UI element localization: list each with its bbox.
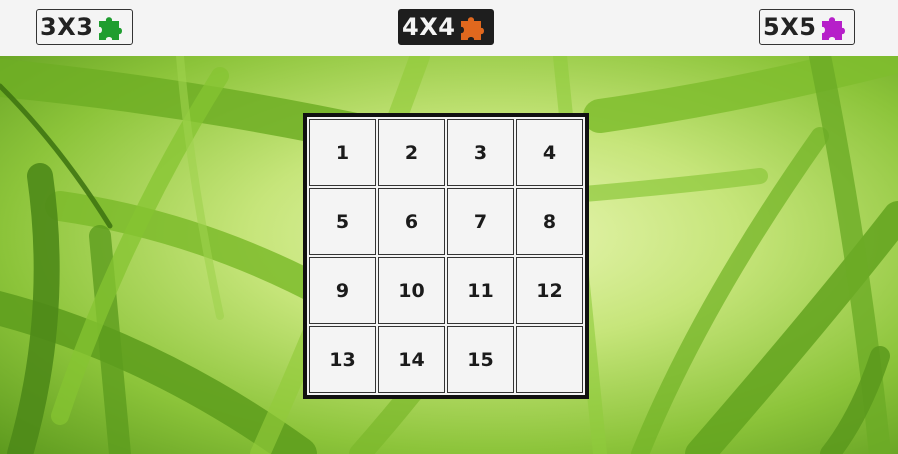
- puzzle-tile[interactable]: 12: [516, 257, 583, 324]
- puzzle-piece-icon: [95, 12, 125, 42]
- size-3x3-button[interactable]: 3X3: [36, 9, 133, 45]
- puzzle-tile[interactable]: 15: [447, 326, 514, 393]
- puzzle-tile[interactable]: 2: [378, 119, 445, 186]
- puzzle-tile[interactable]: 10: [378, 257, 445, 324]
- puzzle-tile[interactable]: 9: [309, 257, 376, 324]
- size-5x5-button[interactable]: 5X5: [759, 9, 855, 45]
- size-3x3-label: 3X3: [40, 13, 94, 41]
- puzzle-tile[interactable]: 11: [447, 257, 514, 324]
- puzzle-piece-icon: [818, 12, 848, 42]
- size-4x4-label: 4X4: [402, 13, 456, 41]
- puzzle-tile[interactable]: 14: [378, 326, 445, 393]
- puzzle-tile[interactable]: 4: [516, 119, 583, 186]
- size-5x5-label: 5X5: [763, 13, 817, 41]
- puzzle-tile[interactable]: 8: [516, 188, 583, 255]
- empty-tile[interactable]: [516, 326, 583, 393]
- puzzle-tile[interactable]: 1: [309, 119, 376, 186]
- puzzle-tile[interactable]: 6: [378, 188, 445, 255]
- puzzle-piece-icon: [457, 12, 487, 42]
- puzzle-tile[interactable]: 7: [447, 188, 514, 255]
- size-selector-bar: 3X3 4X4 5X5: [0, 0, 898, 56]
- puzzle-tile[interactable]: 5: [309, 188, 376, 255]
- puzzle-board: 1 2 3 4 5 6 7 8 9 10 11 12 13 14 15: [303, 113, 589, 399]
- size-4x4-button[interactable]: 4X4: [398, 9, 494, 45]
- puzzle-tile[interactable]: 3: [447, 119, 514, 186]
- puzzle-tile[interactable]: 13: [309, 326, 376, 393]
